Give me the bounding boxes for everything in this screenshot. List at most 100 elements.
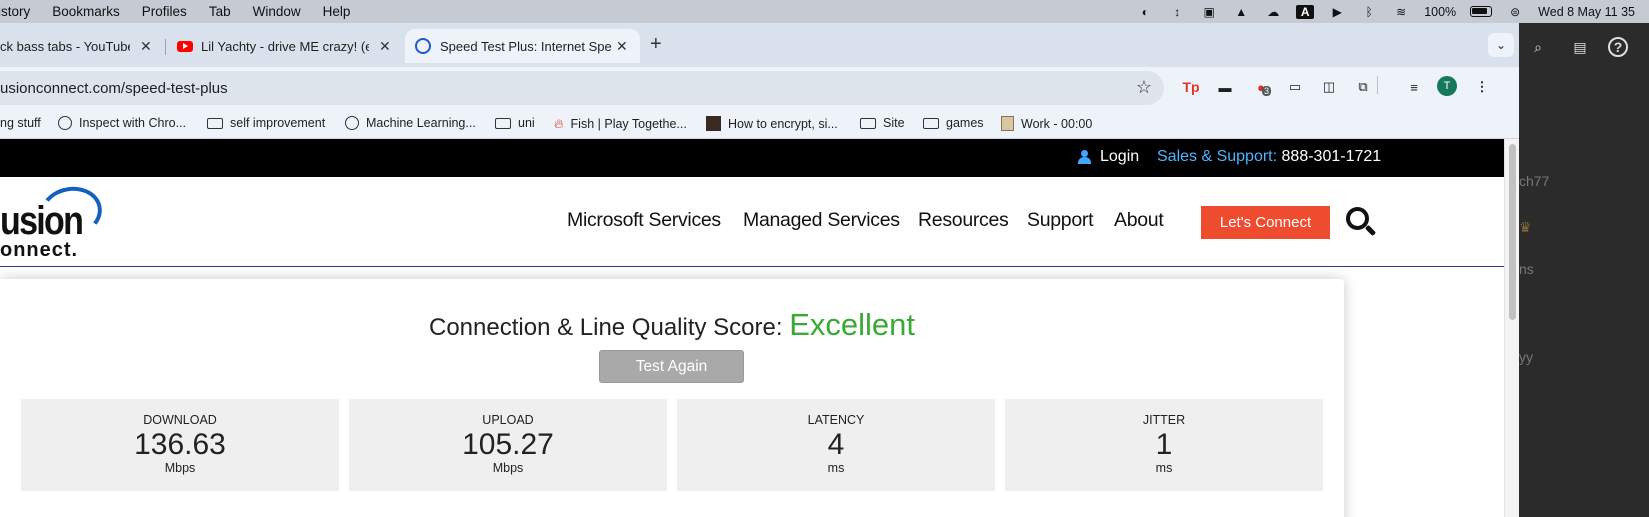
tab-title: ck bass tabs - YouTube	[0, 38, 130, 54]
folder-icon	[495, 117, 511, 129]
close-icon[interactable]: ✕	[379, 38, 391, 55]
inbox-icon[interactable]: ▤	[1569, 37, 1591, 57]
bookmark-label: uni	[518, 116, 535, 130]
youtube-icon	[177, 40, 193, 52]
status-area: ◐ ↕ ▣ ▲ ☁ A ▶ ᛒ ≋ 100% ⊜ Wed 8 May 11 35	[1136, 0, 1649, 23]
browser-toolbar: usionconnect.com/speed-test-plus ☆ Tp ▬ …	[0, 67, 1519, 109]
battery-icon[interactable]	[1470, 6, 1493, 17]
globe-icon	[58, 116, 72, 130]
page-scrollbar[interactable]	[1504, 139, 1519, 517]
quality-score: Connection & Line Quality Score: Excelle…	[0, 307, 1344, 343]
search-icon[interactable]	[1346, 207, 1378, 239]
menu-bookmarks[interactable]: Bookmarks	[41, 4, 131, 19]
bookmark-item[interactable]: How to encrypt, si...	[706, 116, 838, 131]
login-link[interactable]: Login	[1078, 148, 1139, 166]
bookmark-item[interactable]: Inspect with Chro...	[58, 116, 186, 130]
dots-extension-icon[interactable]: ▬	[1214, 76, 1236, 98]
menu-history[interactable]: istory	[0, 4, 41, 19]
nav-managed-services[interactable]: Managed Services	[743, 209, 900, 232]
pip-extension-icon[interactable]: ▭	[1284, 76, 1306, 98]
tab-search-button[interactable]: ⌄	[1488, 33, 1514, 57]
metric-label: JITTER	[1142, 413, 1186, 427]
menu-window[interactable]: Window	[242, 4, 312, 19]
bookmark-item[interactable]: games	[923, 116, 984, 130]
nav-about[interactable]: About	[1114, 209, 1164, 232]
metric-label: UPLOAD	[482, 413, 534, 427]
menu-help[interactable]: Help	[312, 4, 362, 19]
metric-unit: ms	[1155, 461, 1173, 475]
input-source-icon[interactable]: A	[1296, 4, 1315, 19]
metric-latency: LATENCY 4 ms	[677, 399, 995, 491]
url-text[interactable]: usionconnect.com/speed-test-plus	[0, 80, 228, 97]
bookmark-item[interactable]: ng stuff	[0, 116, 41, 130]
control-center-icon[interactable]: ⊜	[1506, 5, 1524, 19]
close-icon[interactable]: ✕	[140, 38, 152, 55]
tab-youtube-bass[interactable]: ck bass tabs - YouTube ✕	[0, 29, 160, 63]
adblock-extension-icon[interactable]: ● 3	[1250, 76, 1272, 98]
cloud-icon[interactable]: ☁	[1264, 5, 1282, 19]
tab-title: Speed Test Plus: Internet Spe	[440, 38, 612, 54]
metric-unit: Mbps	[492, 461, 524, 475]
browser-window: ck bass tabs - YouTube ✕ Lil Yachty - dr…	[0, 23, 1519, 517]
menu-tab[interactable]: Tab	[198, 4, 242, 19]
bookmark-item[interactable]: 🔥︎ Fish | Play Togethe...	[554, 116, 687, 132]
bookmark-item[interactable]: Machine Learning...	[345, 116, 476, 130]
speedtest-icon	[415, 38, 431, 54]
bookmark-item[interactable]: Work - 00:00	[1001, 116, 1092, 131]
bookmark-label: Machine Learning...	[366, 116, 476, 130]
nav-resources[interactable]: Resources	[918, 209, 1009, 232]
bookmark-item[interactable]: self improvement	[207, 116, 325, 130]
fusion-connect-logo[interactable]: usion onnect.	[0, 181, 110, 261]
play-icon[interactable]: ▶	[1328, 5, 1346, 19]
person-icon	[1078, 150, 1091, 164]
hat-icon[interactable]: ▲	[1232, 5, 1250, 19]
reader-extension-icon[interactable]: ◫	[1318, 76, 1340, 98]
bookmark-label: Work - 00:00	[1021, 116, 1093, 131]
metric-unit: Mbps	[164, 461, 196, 475]
menu-profiles[interactable]: Profiles	[131, 4, 198, 19]
clock[interactable]: Wed 8 May 11 35	[1538, 5, 1635, 19]
browser-menu-icon[interactable]: ⋮	[1471, 76, 1493, 98]
folder-icon	[860, 117, 876, 129]
phone-link[interactable]: 888-301-1721	[1282, 148, 1382, 165]
metric-value: 1	[1155, 428, 1173, 461]
privacy-icon[interactable]: ◐	[1136, 5, 1154, 19]
tab-speed-test[interactable]: Speed Test Plus: Internet Spe ✕	[405, 29, 640, 63]
new-tab-button[interactable]: +	[650, 33, 662, 56]
media-controls-icon[interactable]: ≡	[1403, 76, 1425, 98]
score-label: Connection & Line Quality Score:	[429, 314, 783, 341]
wifi-icon[interactable]: ≋	[1392, 5, 1410, 19]
bookmark-star-icon[interactable]: ☆	[1136, 77, 1152, 98]
nav-microsoft-services[interactable]: Microsoft Services	[567, 209, 721, 232]
test-again-button[interactable]: Test Again	[599, 350, 744, 383]
tab-strip: ck bass tabs - YouTube ✕ Lil Yachty - dr…	[0, 23, 1519, 67]
bluetooth-icon[interactable]: ᛒ	[1360, 5, 1378, 19]
bookmark-label: Inspect with Chro...	[79, 116, 186, 130]
panel-text-fragment: ch77	[1519, 173, 1550, 189]
scroll-thumb[interactable]	[1509, 144, 1516, 320]
metric-download: DOWNLOAD 136.63 Mbps	[21, 399, 339, 491]
bookmark-label: How to encrypt, si...	[728, 116, 838, 131]
work-favicon-icon	[1001, 116, 1014, 131]
bookmark-item[interactable]: uni	[495, 116, 535, 130]
address-bar[interactable]: usionconnect.com/speed-test-plus ☆	[0, 71, 1164, 105]
close-icon[interactable]: ✕	[616, 38, 628, 55]
transfer-icon[interactable]: ↕	[1168, 5, 1186, 19]
tab-lil-yachty[interactable]: Lil Yachty - drive ME crazy! (e ✕	[177, 29, 397, 63]
app-icon[interactable]: ▣	[1200, 5, 1218, 19]
login-label: Login	[1100, 148, 1140, 165]
puzzle-extensions-icon[interactable]: ⧉	[1352, 76, 1374, 98]
help-icon[interactable]: ?	[1608, 37, 1628, 57]
nav-support[interactable]: Support	[1027, 209, 1094, 232]
site-favicon-icon	[706, 116, 721, 131]
crown-icon: ♛	[1519, 219, 1532, 235]
search-icon[interactable]: ⌕	[1527, 37, 1549, 57]
metric-value: 4	[827, 428, 845, 461]
profile-avatar[interactable]: T	[1437, 76, 1457, 96]
battery-percent: 100%	[1424, 4, 1457, 19]
lets-connect-button[interactable]: Let's Connect	[1201, 206, 1330, 239]
tp-extension-icon[interactable]: Tp	[1180, 76, 1202, 98]
bookmark-item[interactable]: Site	[860, 116, 905, 130]
metric-upload: UPLOAD 105.27 Mbps	[349, 399, 667, 491]
macos-menu-bar: istory Bookmarks Profiles Tab Window Hel…	[0, 0, 1649, 23]
